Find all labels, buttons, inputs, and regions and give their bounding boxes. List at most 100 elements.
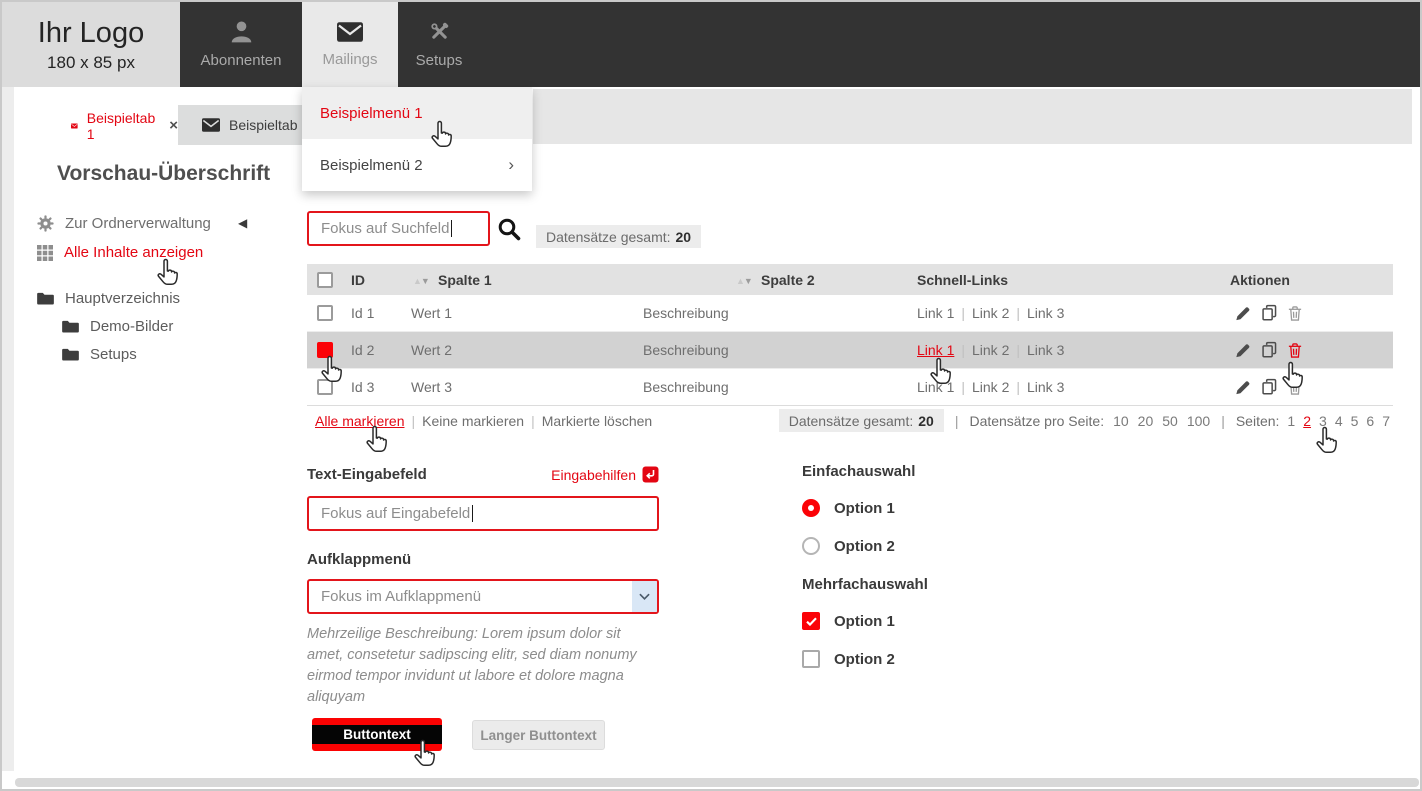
delete-selected-link[interactable]: Markierte löschen [542, 413, 653, 429]
column-header-spalte1[interactable]: Spalte 1 [438, 272, 492, 288]
table-row-selected[interactable]: Id 2 Wert 2 Beschreibung Link 1|Link 2|L… [307, 332, 1393, 369]
checkbox-option-1[interactable]: Option 1 [802, 612, 895, 630]
copy-icon[interactable] [1261, 305, 1278, 322]
delete-icon[interactable] [1288, 305, 1302, 321]
nav-item-mailings[interactable]: Mailings [302, 2, 398, 87]
checkbox-option-2[interactable]: Option 2 [802, 650, 895, 668]
separator: | [955, 413, 959, 429]
tab-beispieltab-1[interactable]: Beispieltab 1 × [57, 106, 178, 145]
submenu-arrow-icon: › [508, 155, 514, 175]
radio-checked[interactable] [802, 499, 820, 517]
checkbox-label: Option 1 [834, 613, 895, 630]
column-header-spalte2[interactable]: Spalte 2 [761, 272, 815, 288]
page-number-4[interactable]: 4 [1335, 413, 1343, 429]
primary-button[interactable]: Buttontext [312, 718, 442, 751]
cell-aktionen [1235, 379, 1302, 396]
page-number-7[interactable]: 7 [1382, 413, 1390, 429]
sidebar-item-label: Zur Ordnerverwaltung [65, 215, 211, 232]
select-none-link[interactable]: Keine markieren [422, 413, 524, 429]
nav-item-setups[interactable]: Setups [398, 2, 480, 87]
horizontal-scrollbar[interactable] [15, 778, 1419, 787]
dropdown-select[interactable]: Fokus im Aufklappmenü [307, 579, 659, 614]
secondary-button[interactable]: Langer Buttontext [472, 720, 605, 750]
folder-tree-item-hauptverzeichnis[interactable]: Hauptverzeichnis [37, 290, 180, 307]
radio-label: Option 1 [834, 500, 895, 517]
sidebar-item-ordnerverwaltung[interactable]: Zur Ordnerverwaltung [37, 215, 211, 232]
copy-icon[interactable] [1261, 379, 1278, 396]
cell-spalte2: Beschreibung [643, 379, 729, 395]
sidebar-collapse-icon[interactable]: ◀ [238, 216, 247, 230]
page-number-6[interactable]: 6 [1366, 413, 1374, 429]
table-row[interactable]: Id 1 Wert 1 Beschreibung Link 1|Link 2|L… [307, 295, 1393, 332]
selection-links: Alle markieren | Keine markieren | Marki… [315, 413, 652, 429]
row-checkbox[interactable] [317, 379, 333, 395]
radio-option-2[interactable]: Option 2 [802, 537, 895, 555]
column-header-id[interactable]: ID [351, 272, 365, 288]
field-description: Mehrzeilige Beschreibung: Lorem ipsum do… [307, 624, 659, 708]
single-select-heading: Einfachauswahl [802, 463, 915, 480]
quick-link[interactable]: Link 3 [1027, 305, 1064, 321]
select-all-link[interactable]: Alle markieren [315, 413, 404, 429]
edit-icon[interactable] [1235, 342, 1251, 358]
select-arrow[interactable] [632, 581, 657, 612]
menu-item-beispielmenu-2[interactable]: Beispielmenü 2 › [302, 139, 532, 191]
per-page-option-100[interactable]: 100 [1187, 413, 1210, 429]
sort-icons-spalte1[interactable]: ▲▼ [413, 272, 436, 288]
column-header-schnell-links: Schnell-Links [917, 272, 1008, 288]
search-icon[interactable] [497, 217, 521, 241]
text-caret [472, 505, 473, 522]
data-table: ID ▲▼ Spalte 1 ▲▼ Spalte 2 Schnell-Links… [307, 264, 1393, 406]
select-all-checkbox[interactable] [317, 272, 333, 288]
checkbox-checked[interactable] [802, 612, 820, 630]
delete-icon-hovered[interactable] [1288, 342, 1302, 358]
quick-link[interactable]: Link 1 [917, 379, 954, 395]
page-number-5[interactable]: 5 [1351, 413, 1359, 429]
quick-link-hovered[interactable]: Link 1 [917, 342, 954, 358]
eingabehilfen-link[interactable]: Eingabehilfen [551, 466, 659, 483]
quick-link[interactable]: Link 3 [1027, 342, 1064, 358]
page-number-2-current[interactable]: 2 [1303, 413, 1311, 429]
hand-cursor-icon [363, 425, 389, 455]
delete-icon[interactable] [1288, 379, 1302, 395]
radio-label: Option 2 [834, 538, 895, 555]
table-row[interactable]: Id 3 Wert 3 Beschreibung Link 1|Link 2|L… [307, 369, 1393, 406]
records-total-value: 20 [676, 229, 692, 245]
sort-icons-spalte2[interactable]: ▲▼ [736, 272, 759, 288]
edit-icon[interactable] [1235, 305, 1251, 321]
page-title: Vorschau-Überschrift [57, 162, 270, 186]
logo-title: Ihr Logo [38, 17, 144, 50]
quick-link[interactable]: Link 2 [972, 305, 1009, 321]
row-checkbox[interactable] [317, 305, 333, 321]
text-field-label-row: Text-Eingabefeld Eingabehilfen [307, 466, 659, 483]
nav-item-abonnenten[interactable]: Abonnenten [180, 2, 302, 87]
folder-tree-item-setups[interactable]: Setups [62, 346, 137, 363]
per-page-option-10[interactable]: 10 [1113, 413, 1129, 429]
radio-unchecked[interactable] [802, 537, 820, 555]
quick-link[interactable]: Link 3 [1027, 379, 1064, 395]
quick-link[interactable]: Link 2 [972, 342, 1009, 358]
logo: Ihr Logo 180 x 85 px [2, 2, 180, 87]
folder-tree-item-demo-bilder[interactable]: Demo-Bilder [62, 318, 173, 335]
edit-icon[interactable] [1235, 379, 1251, 395]
sidebar-item-alle-inhalte[interactable]: Alle Inhalte anzeigen [37, 244, 203, 261]
quick-link[interactable]: Link 2 [972, 379, 1009, 395]
cell-aktionen [1235, 342, 1302, 359]
search-input[interactable]: Fokus auf Suchfeld [307, 211, 490, 246]
separator: | [1221, 413, 1225, 429]
text-input[interactable]: Fokus auf Eingabefeld [307, 496, 659, 531]
radio-option-1[interactable]: Option 1 [802, 499, 895, 517]
per-page-option-50[interactable]: 50 [1162, 413, 1178, 429]
page-number-3[interactable]: 3 [1319, 413, 1327, 429]
text-field-label: Text-Eingabefeld [307, 466, 427, 483]
folder-icon [62, 348, 79, 361]
close-icon[interactable]: × [169, 117, 178, 134]
per-page-option-20[interactable]: 20 [1138, 413, 1154, 429]
quick-link[interactable]: Link 1 [917, 305, 954, 321]
checkbox-unchecked[interactable] [802, 650, 820, 668]
row-checkbox-checked[interactable] [317, 342, 333, 358]
menu-item-beispielmenu-1[interactable]: Beispielmenü 1 [302, 87, 532, 139]
menu-item-label: Beispielmenü 2 [320, 157, 423, 174]
page-number-1[interactable]: 1 [1287, 413, 1295, 429]
records-total-badge: Datensätze gesamt: 20 [536, 225, 701, 248]
copy-icon[interactable] [1261, 342, 1278, 359]
